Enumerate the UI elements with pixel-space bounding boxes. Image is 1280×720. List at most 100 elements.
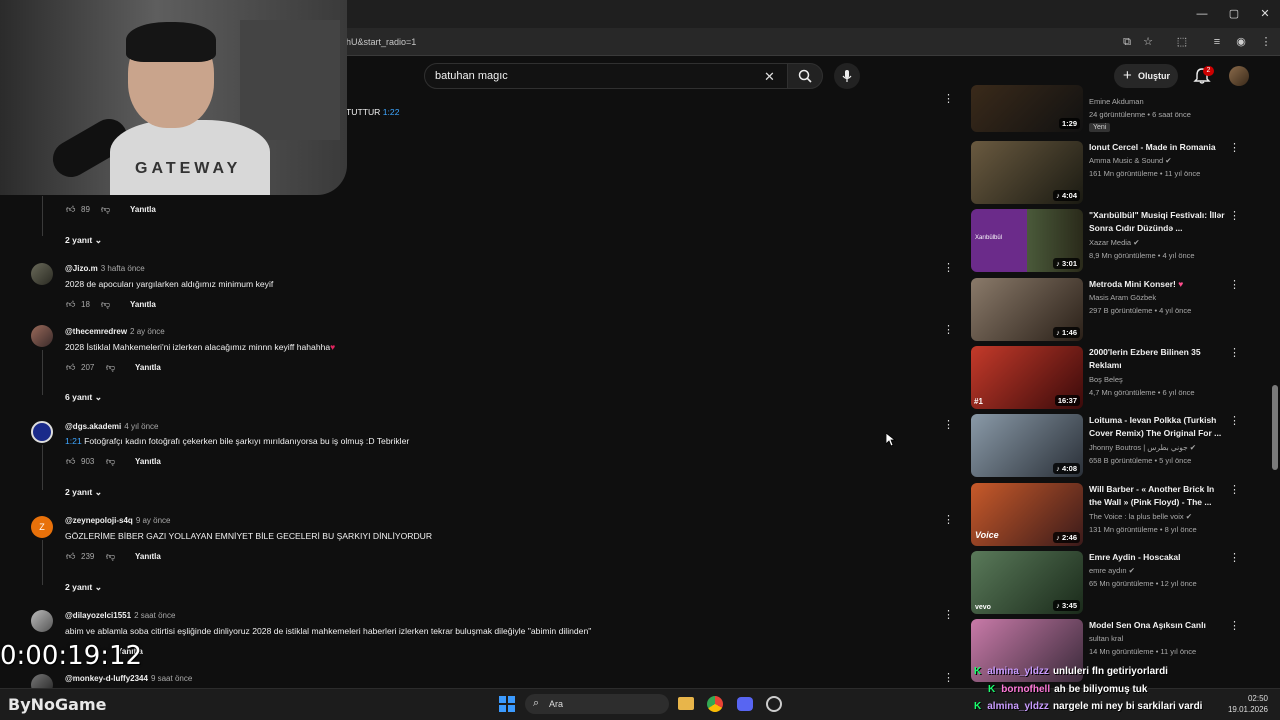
sidebar-video[interactable]: vevo ♪ 3:45 Emre Aydin - Hoscakal emre a…	[971, 551, 1240, 615]
video-menu-icon[interactable]: ⋮	[1229, 551, 1240, 565]
video-title[interactable]: Will Barber - « Another Brick In the Wal…	[1089, 483, 1227, 509]
timestamp-link[interactable]: 1:21	[65, 436, 82, 446]
bookmark-star-icon[interactable]: ☆	[1140, 34, 1156, 50]
video-menu-icon[interactable]: ⋮	[1229, 278, 1240, 292]
maximize-icon[interactable]: ▢	[1226, 6, 1242, 22]
avatar[interactable]: Z	[31, 516, 53, 538]
sidebar-video[interactable]: #1 16:37 2000'lerin Ezbere Bilinen 35 Re…	[971, 346, 1240, 410]
comment-menu-icon[interactable]: ⋮	[943, 323, 954, 337]
reply-button[interactable]: Yanıtla	[130, 205, 156, 214]
replies-toggle[interactable]: 6 yanıt ⌄	[65, 392, 102, 403]
video-channel[interactable]: Boş Beleş	[1089, 375, 1123, 384]
comment-menu-icon[interactable]: ⋮	[943, 513, 954, 527]
video-channel[interactable]: Jhonny Boutros | جوني بطرس ✔	[1089, 443, 1196, 452]
video-channel[interactable]: The Voice : la plus belle voix ✔	[1089, 512, 1192, 521]
url-field[interactable]: hU&start_radio=1	[330, 33, 1110, 51]
file-explorer-icon[interactable]	[678, 697, 694, 710]
dislike-icon[interactable]: 👎︎	[101, 299, 111, 309]
profile-icon[interactable]: ◉	[1233, 34, 1249, 50]
video-thumbnail[interactable]: #1 16:37	[971, 346, 1083, 409]
dislike-icon[interactable]: 👎︎	[106, 456, 116, 466]
sidebar-video[interactable]: ♪ 1:46 Metroda Mini Konser! ♥ Masis Aram…	[971, 278, 1240, 342]
comment-menu-icon[interactable]: ⋮	[943, 261, 954, 275]
video-title[interactable]: "Xarıbülbül" Musiqi Festivalı: İllər Son…	[1089, 209, 1227, 235]
like-icon[interactable]: 👍︎	[66, 204, 76, 214]
video-menu-icon[interactable]: ⋮	[1229, 209, 1240, 223]
taskbar-date[interactable]: 19.01.2026	[1222, 705, 1268, 714]
create-button[interactable]: + Oluştur	[1114, 64, 1178, 88]
video-channel[interactable]: Emine Akduman	[1089, 97, 1144, 106]
comment-time[interactable]: 3 hafta önce	[101, 264, 145, 273]
comment-time[interactable]: 2 saat önce	[134, 611, 175, 620]
start-button[interactable]	[499, 696, 515, 712]
minimize-icon[interactable]: —	[1194, 6, 1210, 22]
video-channel[interactable]: Amma Music & Sound ✔	[1089, 156, 1172, 165]
comment-author[interactable]: @thecemredrew	[65, 327, 127, 336]
video-menu-icon[interactable]: ⋮	[1229, 346, 1240, 360]
video-menu-icon[interactable]: ⋮	[1229, 483, 1240, 497]
dislike-icon[interactable]: 👎︎	[106, 362, 116, 372]
like-icon[interactable]: 👍︎	[66, 551, 76, 561]
timestamp-link[interactable]: 1:22	[383, 107, 400, 117]
comment-author[interactable]: @Jizo.m	[65, 264, 98, 273]
comment-author[interactable]: @monkey-d-luffy2344	[65, 674, 148, 683]
video-channel[interactable]: sultan kral	[1089, 634, 1123, 643]
video-channel[interactable]: Masis Aram Gözbek	[1089, 293, 1156, 302]
video-thumbnail[interactable]: vevo ♪ 3:45	[971, 551, 1083, 614]
sidebar-video[interactable]: ♪ 4:08 Loituma - Ievan Polkka (Turkish C…	[971, 414, 1240, 478]
media-control-icon[interactable]: ≡	[1209, 34, 1225, 50]
account-avatar[interactable]	[1229, 66, 1249, 86]
reply-button[interactable]: Yanıtla	[135, 457, 161, 466]
extensions-icon[interactable]: ⬚	[1174, 34, 1190, 50]
comment-time[interactable]: 2 ay önce	[130, 327, 165, 336]
chrome-icon[interactable]	[707, 696, 723, 712]
like-icon[interactable]: 👍︎	[66, 299, 76, 309]
video-title[interactable]: 2000'lerin Ezbere Bilinen 35 Reklamı	[1089, 346, 1227, 372]
reply-button[interactable]: Yanıtla	[135, 552, 161, 561]
video-title[interactable]: Metroda Mini Konser! ♥	[1089, 278, 1227, 291]
close-window-icon[interactable]: ✕	[1257, 6, 1273, 22]
comment-time[interactable]: 4 yıl önce	[124, 422, 158, 431]
video-channel[interactable]: emre aydın ✔	[1089, 566, 1135, 575]
video-menu-icon[interactable]: ⋮	[1229, 414, 1240, 428]
video-title[interactable]: Emre Aydin - Hoscakal	[1089, 551, 1227, 564]
taskbar-search[interactable]: ⌕ Ara	[525, 694, 669, 714]
reply-button[interactable]: Yanıtla	[130, 300, 156, 309]
avatar[interactable]	[31, 421, 53, 443]
sidebar-video[interactable]: Voice ♪ 2:46 Will Barber - « Another Bri…	[971, 483, 1240, 547]
video-menu-icon[interactable]: ⋮	[1229, 141, 1240, 155]
video-thumbnail[interactable]: Xarıbülbül ♪ 3:01	[971, 209, 1083, 272]
avatar[interactable]	[31, 610, 53, 632]
comment-author[interactable]: @dilayozelci1551	[65, 611, 131, 620]
steam-icon[interactable]	[766, 696, 782, 712]
reply-button[interactable]: Yanıtla	[135, 363, 161, 372]
comment-time[interactable]: 9 saat önce	[151, 674, 192, 683]
video-thumbnail[interactable]: ♪ 4:04	[971, 141, 1083, 204]
page-scrollbar[interactable]	[1271, 56, 1279, 686]
replies-toggle[interactable]: 2 yanıt ⌄	[65, 235, 102, 246]
like-icon[interactable]: 👍︎	[66, 456, 76, 466]
dislike-icon[interactable]: 👎︎	[106, 551, 116, 561]
scrollbar-thumb[interactable]	[1272, 385, 1278, 470]
comment-author[interactable]: @zeynepoloji-s4q	[65, 516, 133, 525]
replies-toggle[interactable]: 2 yanıt ⌄	[65, 582, 102, 593]
like-icon[interactable]: 👍︎	[66, 362, 76, 372]
voice-search-button[interactable]	[834, 63, 860, 89]
video-title[interactable]: Ionut Cercel - Made in Romania	[1089, 141, 1227, 154]
avatar[interactable]	[31, 263, 53, 285]
video-title[interactable]: Loituma - Ievan Polkka (Turkish Cover Re…	[1089, 414, 1227, 440]
search-input[interactable]: batuhan magıc	[424, 63, 788, 89]
comment-menu-icon[interactable]: ⋮	[943, 608, 954, 622]
search-button[interactable]	[787, 63, 823, 89]
dislike-icon[interactable]: 👎︎	[101, 204, 111, 214]
video-title[interactable]: Model Sen Ona Aşıksın Canlı	[1089, 619, 1227, 632]
comment-author[interactable]: @dgs.akademi	[65, 422, 121, 431]
video-thumbnail[interactable]: ♪ 4:08	[971, 414, 1083, 477]
video-menu-icon[interactable]: ⋮	[1229, 619, 1240, 633]
install-app-icon[interactable]: ⧉	[1119, 34, 1135, 50]
video-channel[interactable]: Xazar Media ✔	[1089, 238, 1140, 247]
comment-menu-icon[interactable]: ⋮	[943, 671, 954, 685]
comment-time[interactable]: 9 ay önce	[136, 516, 171, 525]
browser-menu-icon[interactable]: ⋮	[1258, 34, 1274, 50]
video-thumbnail[interactable]: Voice ♪ 2:46	[971, 483, 1083, 546]
